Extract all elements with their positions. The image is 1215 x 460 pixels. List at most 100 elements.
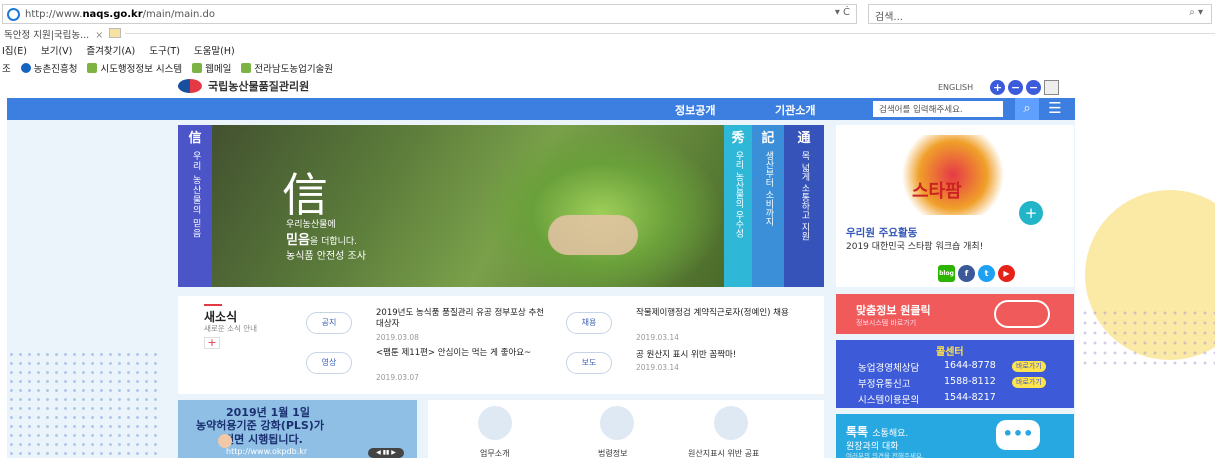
dot-pattern [7,350,157,460]
news-tag[interactable]: 공지 [306,312,352,334]
tab-title: 독안정 지원|국립농... [4,30,90,41]
starfarm-star-image [898,135,1008,215]
favorite-link[interactable]: 전라남도농업기술원 [241,61,333,75]
news-item-title[interactable]: 공 원산지 표시 위반 꼼짝마! [636,350,806,361]
news-item-date: 2019.03.14 [636,333,679,342]
favorite-label: 전라남도농업기술원 [254,64,334,75]
rda-icon [20,63,31,73]
main-nav: 정보공개 기관소개 검색어를 입력해주세요. ⌕ ☰ [7,98,1075,120]
chat-bubble-icon: ••• [996,420,1040,450]
refresh-icon[interactable]: ▾ Ċ [835,7,850,18]
more-button[interactable]: + [1019,201,1043,225]
url-domain: naqs.go.kr [82,8,143,20]
youtube-icon[interactable]: ▶ [998,265,1015,282]
call-number: 1644-8778 [944,360,996,371]
news-tag[interactable]: 보도 [566,352,612,374]
hamburger-menu-icon[interactable]: ☰ [1041,98,1069,120]
briefcase-icon[interactable] [478,406,512,440]
browser-search-input[interactable]: 검색... ⌕ ▾ [868,4,1212,24]
print-icon[interactable] [1044,80,1060,95]
menu-item-edit[interactable]: I집(E) [2,43,27,57]
facebook-icon[interactable]: f [958,265,975,282]
logo-text: 국립농산물품질관리원 [208,80,310,93]
zoom-out-icon[interactable]: − [1026,80,1042,95]
hero-calligraphy: 信 [282,168,328,222]
menu-item-tools[interactable]: 도구(T) [149,43,180,57]
new-tab-icon[interactable] [109,28,122,38]
hero-banner[interactable]: 信 우리 농산물의 믿음 信 우리농산물에 믿음을 더합니다. 농식품 안전성 … [178,125,724,287]
favorites-prefix: 조 [2,64,11,75]
talk-banner[interactable]: 톡톡 소통해요. 원장과의 대화 여러분의 의견을 전해주세요. ••• [836,414,1074,460]
hero-vertical-tab[interactable]: 信 우리 농산물의 믿음 [178,125,212,287]
sns-links: blog f t ▶ [938,265,1015,282]
talk-title-suffix: 소통해요. [872,429,909,439]
zoom-reset-icon[interactable]: − [1008,80,1024,95]
quick-icon-label[interactable]: 원산지표시 위반 공표 [688,448,759,459]
call-label: 부정유통신고 [858,379,911,390]
twitter-icon[interactable]: t [978,265,995,282]
hero-tab-excellence[interactable]: 秀 우리 농산물의 우수성 [724,125,752,287]
quick-icons-panel: 업무소개 법령정보 원산지표시 위반 공표 [428,400,824,458]
news-item-title[interactable]: 작물제이행정검 계약직근로자(정예인) 채용 [636,308,806,319]
zoom-in-icon[interactable]: + [990,80,1006,95]
news-subtitle: 새로운 소식 안내 [204,324,258,333]
ie-icon [7,8,20,21]
call-shortcut-button[interactable]: 바로가기 [1012,361,1046,372]
browser-tab[interactable]: 독안정 지원|국립농... × [0,26,126,42]
gavel-icon[interactable] [600,406,634,440]
activity-promo[interactable]: 스타팜 + 우리원 주요활동 2019 대한민국 스타팜 워크숍 개최! blo… [836,125,1074,287]
site-search-input[interactable]: 검색어를 입력해주세요. [873,101,1003,117]
nav-info-disclosure[interactable]: 정보공개 [675,102,715,118]
news-item-title[interactable]: <팸툰 제11편> 안심이는 먹는 게 좋아요~ [376,348,546,359]
news-more-button[interactable]: + [204,337,220,349]
hero-vertical-text: 우리 농산물의 믿음 [190,151,201,239]
blog-icon[interactable]: blog [938,265,955,282]
call-label: 시스템이용문의 [858,395,920,406]
slider-control[interactable]: ◀ ▮▮ ▶ [368,448,404,458]
news-item-date: 2019.03.07 [376,373,419,382]
favorite-label: 시도행정정보 시스템 [100,64,183,75]
page-icon [192,63,203,73]
menu-item-view[interactable]: 보기(V) [41,43,72,57]
utility-links: ENGLISH + − − [938,80,1060,95]
talk-title: 톡톡 소통해요. [846,423,908,440]
menu-item-favorites[interactable]: 즐겨찾기(A) [86,43,135,57]
pls-banner[interactable]: 2019년 1월 1일 농약허용기준 강화(PLS)가 전면 시행됩니다. ht… [178,400,417,458]
document-icon[interactable] [714,406,748,440]
favorite-link[interactable]: 시도행정정보 시스템 [87,61,182,75]
news-panel: 새소식 새로운 소식 안내 + 공지 2019년도 농식품 품질관리 유공 정부… [178,296,824,394]
one-click-banner[interactable]: 맞춤정보 원클릭 정보시스템 바로가기 [836,294,1074,334]
browser-search-placeholder: 검색... [875,12,903,23]
search-icon[interactable]: ⌕ ▾ [1189,7,1203,18]
one-click-title: 맞춤정보 원클릭 [856,304,931,317]
call-label: 농업경영체상담 [858,363,920,374]
news-item-date: 2019.03.08 [376,333,419,342]
talk-title-main: 톡톡 [846,425,869,439]
quick-icon-label[interactable]: 업무소개 [480,448,509,459]
news-tag[interactable]: 채용 [566,312,612,334]
call-center-panel: 콜센터 농업경영체상담 1644-8778 바로가기 부정유통신고 1588-8… [836,340,1074,408]
close-icon[interactable]: × [95,30,103,41]
promo-subtitle[interactable]: 2019 대한민국 스타팜 워크숍 개최! [846,239,983,252]
uh-logo-icon [994,300,1050,328]
favorite-link[interactable]: 웹메일 [192,61,231,75]
tab-text: 생산부터 소비까지 [763,150,774,226]
site-logo[interactable]: 국립농산물품질관리원 [178,78,309,94]
news-tag[interactable]: 영상 [306,352,352,374]
tab-text: 우리 농산물의 우수성 [733,150,744,238]
call-shortcut-button[interactable]: 바로가기 [1012,377,1046,388]
search-icon[interactable]: ⌕ [1015,98,1039,120]
tab-text: 목 넓게 소통하고 지원 [799,150,810,241]
news-item-title[interactable]: 2019년도 농식품 품질관리 유공 정부포상 추천대상자 [376,308,546,329]
hero-tab-production[interactable]: 記 생산부터 소비까지 [752,125,784,287]
nav-about[interactable]: 기관소개 [775,102,815,118]
quick-icon-label[interactable]: 법령정보 [598,448,627,459]
english-link[interactable]: ENGLISH [938,83,973,92]
hero-vertical-head: 信 [188,131,202,146]
taegeuk-logo-icon [178,79,202,93]
url-prefix: http://www. [25,8,83,20]
address-bar[interactable]: http://www. naqs.go.kr/main/main.do ▾ Ċ [2,4,857,24]
menu-item-help[interactable]: 도움말(H) [194,43,235,57]
favorite-link[interactable]: 농촌진흥청 [20,61,77,75]
hero-tab-communication[interactable]: 通 목 넓게 소통하고 지원 [784,125,824,287]
